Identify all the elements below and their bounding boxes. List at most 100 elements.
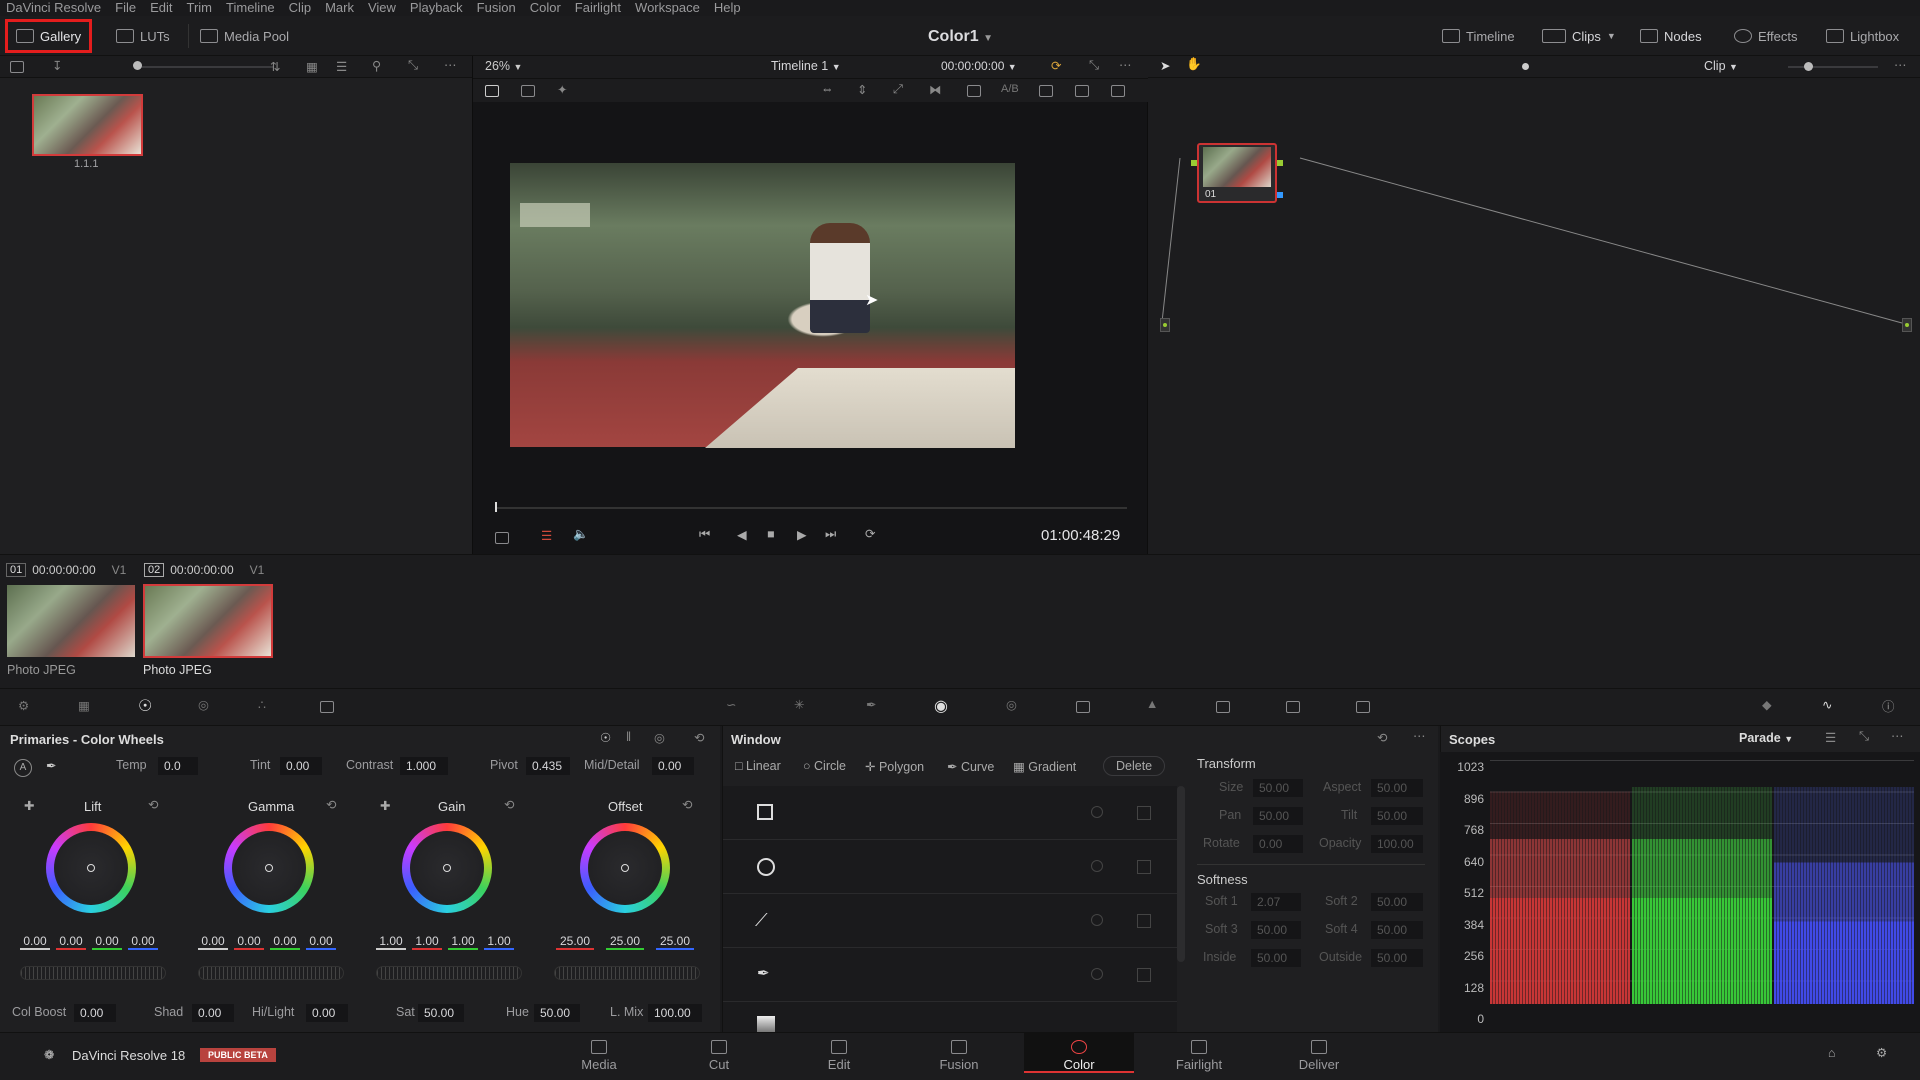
camera-raw-icon[interactable]: ⚙ <box>18 698 29 713</box>
inside-field[interactable]: 50.00 <box>1251 949 1301 967</box>
menu-mark[interactable]: Mark <box>325 0 354 16</box>
window-row-linear[interactable]: ⟋ <box>723 894 1177 948</box>
3d-icon[interactable] <box>1356 701 1370 713</box>
window-options-icon[interactable]: ⋯ <box>1413 728 1426 743</box>
lift-b-value[interactable]: 0.00 <box>128 932 158 950</box>
window-icon[interactable]: ◉ <box>934 696 948 716</box>
menu-clip[interactable]: Clip <box>289 0 311 16</box>
rotate-field[interactable]: 0.00 <box>1253 835 1303 853</box>
gamma-y-value[interactable]: 0.00 <box>198 932 228 950</box>
window-row-curve[interactable]: ✒ <box>723 948 1177 1002</box>
sort-icon[interactable]: ⇅ <box>270 59 280 74</box>
clip-01-thumbnail[interactable] <box>7 585 135 657</box>
col-boost-field[interactable]: 0.00 <box>74 1004 116 1022</box>
window-invert-toggle[interactable] <box>1137 968 1151 982</box>
viewer-timecode[interactable]: 01:00:48:29 <box>1041 527 1120 544</box>
pointer-icon[interactable]: ➤ <box>1160 58 1170 73</box>
hilight-field[interactable]: 0.00 <box>306 1004 348 1022</box>
effects-button[interactable]: Effects <box>1734 24 1798 48</box>
window-enable-toggle[interactable] <box>1091 860 1103 872</box>
hdr-wheels-icon[interactable]: ◎ <box>198 697 209 712</box>
gamma-reset-icon[interactable]: ⟲ <box>326 797 336 812</box>
home-icon[interactable]: ⌂ <box>1828 1046 1836 1060</box>
menu-view[interactable]: View <box>368 0 396 16</box>
timeline-button[interactable]: Timeline <box>1442 24 1515 48</box>
scope-options-icon[interactable]: ⋯ <box>1891 728 1904 743</box>
grid-view-icon[interactable]: ▦ <box>306 59 318 74</box>
lift-r-value[interactable]: 0.00 <box>56 932 86 950</box>
clips-button[interactable]: Clips ▼ <box>1542 24 1616 48</box>
magic-wand-icon[interactable]: ✦ <box>557 82 567 97</box>
info-icon[interactable]: ⓘ <box>1882 696 1895 715</box>
page-cut[interactable]: Cut <box>664 1040 774 1072</box>
bars-mode-icon[interactable]: ‖ <box>626 730 631 744</box>
playhead[interactable] <box>495 502 497 512</box>
hue-field[interactable]: 50.00 <box>534 1004 580 1022</box>
sat-field[interactable]: 50.00 <box>418 1004 464 1022</box>
viewer-mode-icon[interactable] <box>495 532 509 544</box>
lift-g-value[interactable]: 0.00 <box>92 932 122 950</box>
gain-y-value[interactable]: 1.00 <box>376 932 406 950</box>
window-reset-icon[interactable]: ⟲ <box>1377 730 1387 745</box>
scopes-icon[interactable]: ∿ <box>1822 697 1832 712</box>
opacity-field[interactable]: 100.00 <box>1371 835 1423 853</box>
search-icon[interactable]: ⚲ <box>372 58 381 73</box>
window-invert-toggle[interactable] <box>1137 860 1151 874</box>
guides-icon[interactable] <box>1075 85 1089 97</box>
node-01[interactable]: 01 <box>1197 143 1277 203</box>
menu-fusion[interactable]: Fusion <box>477 0 516 16</box>
node-zoom-slider[interactable] <box>1788 66 1878 68</box>
last-frame-icon[interactable]: ⏭ <box>825 527 836 542</box>
eyedropper-icon[interactable]: ✒ <box>46 758 56 773</box>
mid-detail-field[interactable]: 0.00 <box>652 757 694 775</box>
window-invert-toggle[interactable] <box>1137 914 1151 928</box>
ab-compare-icon[interactable]: A/B <box>1001 83 1019 95</box>
polygon-window-button[interactable]: ✛ Polygon <box>865 759 924 774</box>
menu-help[interactable]: Help <box>714 0 741 16</box>
page-fairlight[interactable]: Fairlight <box>1144 1040 1254 1072</box>
window-enable-toggle[interactable] <box>1091 968 1103 980</box>
gallery-still-thumbnail[interactable] <box>32 94 143 156</box>
log-mode-icon[interactable]: ◎ <box>654 730 665 745</box>
offset-g-value[interactable]: 25.00 <box>606 932 644 950</box>
lift-master-wheel[interactable] <box>20 966 166 980</box>
lift-y-value[interactable]: 0.00 <box>20 932 50 950</box>
magic-mask-icon[interactable] <box>1076 701 1090 713</box>
wipe-vertical-icon[interactable]: ⇕ <box>857 82 867 97</box>
size-field[interactable]: 50.00 <box>1253 779 1303 797</box>
node-mode-selector[interactable]: Clip ▼ <box>1704 59 1738 73</box>
offset-wheel[interactable] <box>580 823 670 913</box>
tracker-icon[interactable]: ◎ <box>1006 697 1017 712</box>
node-output-handle[interactable] <box>1277 160 1283 166</box>
window-row-gradient[interactable] <box>723 1002 1177 1032</box>
zoom-slider[interactable] <box>134 66 274 68</box>
reset-all-icon[interactable]: ⟲ <box>694 730 704 745</box>
viewer-image[interactable] <box>510 163 1015 448</box>
lift-reset-icon[interactable]: ⟲ <box>148 797 158 812</box>
expand-icon[interactable]: ⤡ <box>408 58 418 73</box>
curve-window-button[interactable]: ✒ Curve <box>947 759 994 774</box>
menu-fairlight[interactable]: Fairlight <box>575 0 621 16</box>
download-icon[interactable]: ↧ <box>52 58 62 73</box>
temp-field[interactable]: 0.0 <box>158 757 198 775</box>
color-match-icon[interactable]: ▦ <box>78 698 90 713</box>
media-pool-button[interactable]: Media Pool <box>200 24 289 48</box>
gain-master-wheel[interactable] <box>376 966 522 980</box>
color-wheels-icon[interactable]: ☉ <box>138 696 152 716</box>
gradient-window-button[interactable]: ▦ Gradient <box>1013 759 1076 774</box>
stop-icon[interactable]: ■ <box>767 527 775 541</box>
blur-icon[interactable]: ▲ <box>1146 697 1158 711</box>
delete-window-button[interactable]: Delete <box>1103 756 1166 776</box>
source-input[interactable] <box>1160 318 1170 332</box>
tint-field[interactable]: 0.00 <box>280 757 322 775</box>
loop-icon[interactable]: ⟳ <box>865 526 875 541</box>
settings-gear-icon[interactable]: ⚙ <box>1876 1045 1887 1060</box>
gamma-g-value[interactable]: 0.00 <box>270 932 300 950</box>
tilt-field[interactable]: 50.00 <box>1371 807 1423 825</box>
fullscreen-icon[interactable]: ⤡ <box>1089 58 1099 73</box>
highlight-icon[interactable] <box>967 85 981 97</box>
gain-g-value[interactable]: 1.00 <box>448 932 478 950</box>
linear-window-button[interactable]: □ Linear <box>735 759 781 773</box>
offset-b-value[interactable]: 25.00 <box>656 932 694 950</box>
first-frame-icon[interactable]: ⏮ <box>699 527 710 542</box>
